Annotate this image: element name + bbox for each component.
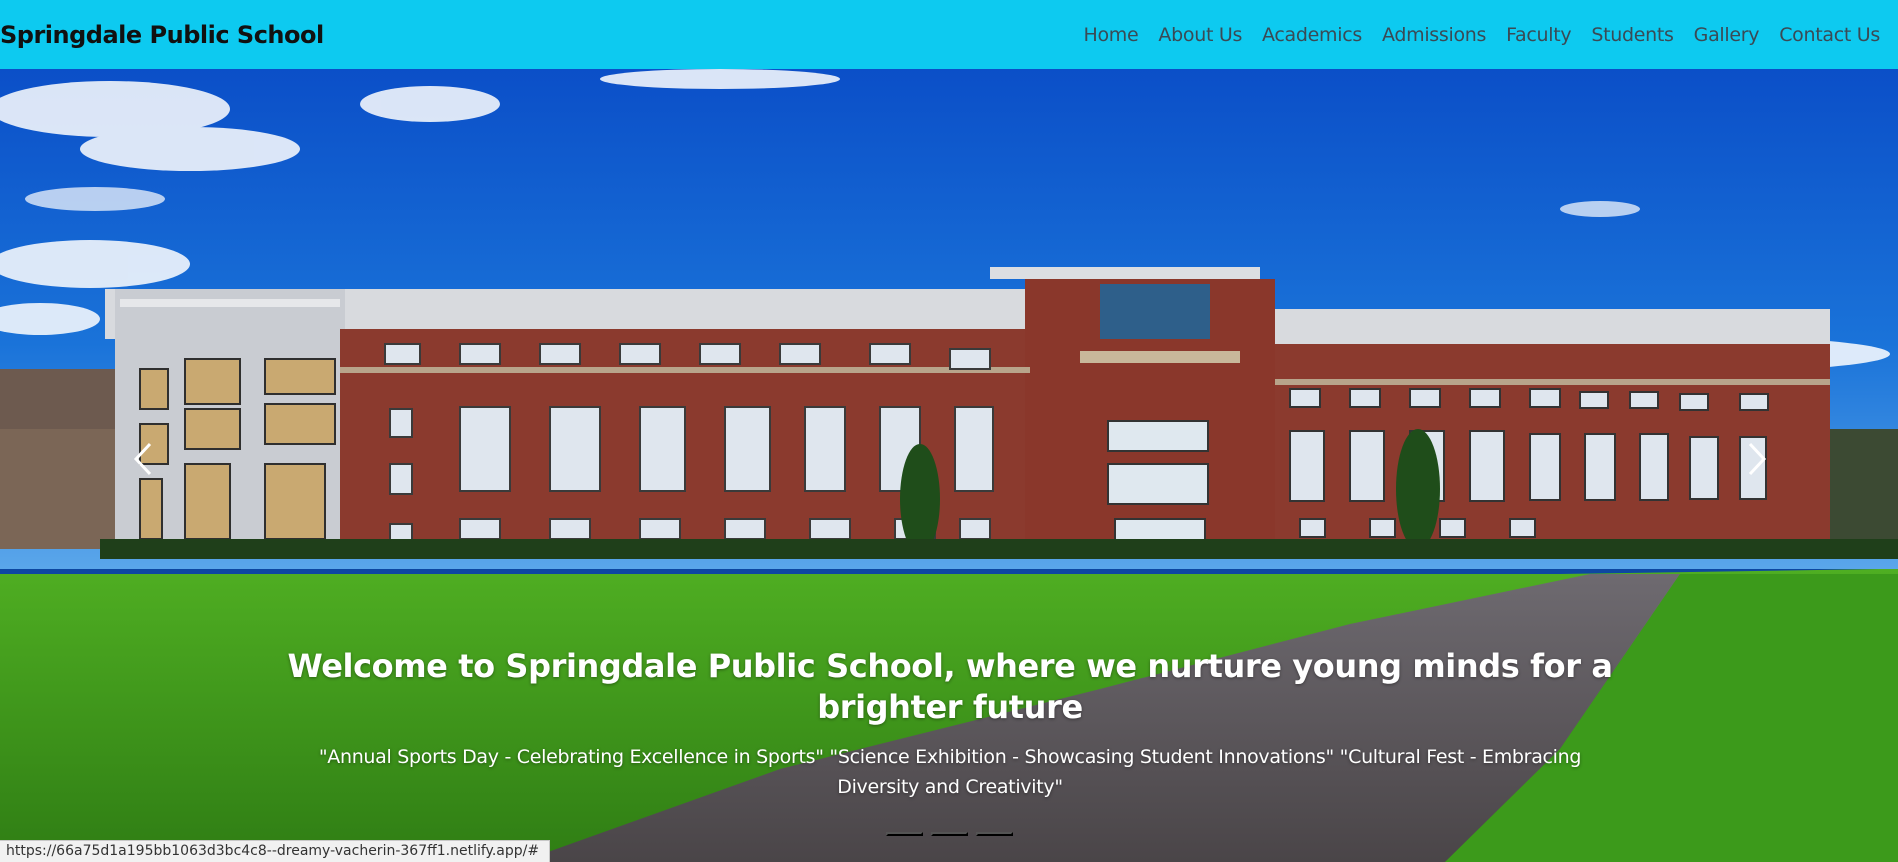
- chevron-right-icon: [1748, 442, 1767, 476]
- nav-link-academics[interactable]: Academics: [1252, 24, 1372, 46]
- nav-link-contact-us[interactable]: Contact Us: [1769, 24, 1890, 46]
- carousel-caption: Welcome to Springdale Public School, whe…: [280, 646, 1620, 802]
- nav-link-students[interactable]: Students: [1581, 24, 1683, 46]
- nav-link-gallery[interactable]: Gallery: [1684, 24, 1770, 46]
- nav-links: Home About Us Academics Admissions Facul…: [1074, 24, 1891, 46]
- nav-link-faculty[interactable]: Faculty: [1496, 24, 1581, 46]
- carousel-indicators: [0, 832, 1898, 836]
- carousel-indicator-2[interactable]: [930, 832, 968, 836]
- nav-link-home[interactable]: Home: [1074, 24, 1149, 46]
- carousel-prev-button[interactable]: [123, 429, 163, 489]
- navbar: Springdale Public School Home About Us A…: [0, 0, 1898, 69]
- carousel-next-button[interactable]: [1737, 429, 1777, 489]
- caption-title: Welcome to Springdale Public School, whe…: [287, 647, 1613, 726]
- nav-link-about-us[interactable]: About Us: [1148, 24, 1252, 46]
- chevron-left-icon: [133, 442, 152, 476]
- nav-link-admissions[interactable]: Admissions: [1372, 24, 1496, 46]
- carousel-indicator-1[interactable]: [885, 832, 923, 836]
- caption-text: "Annual Sports Day - Celebrating Excelle…: [318, 746, 1582, 798]
- status-bar-url: https://66a75d1a195bb1063d3bc4c8--dreamy…: [0, 840, 551, 862]
- brand-logo-link[interactable]: Springdale Public School: [0, 21, 324, 49]
- carousel-indicator-3[interactable]: [975, 832, 1013, 836]
- hero-carousel: Welcome to Springdale Public School, whe…: [0, 69, 1898, 862]
